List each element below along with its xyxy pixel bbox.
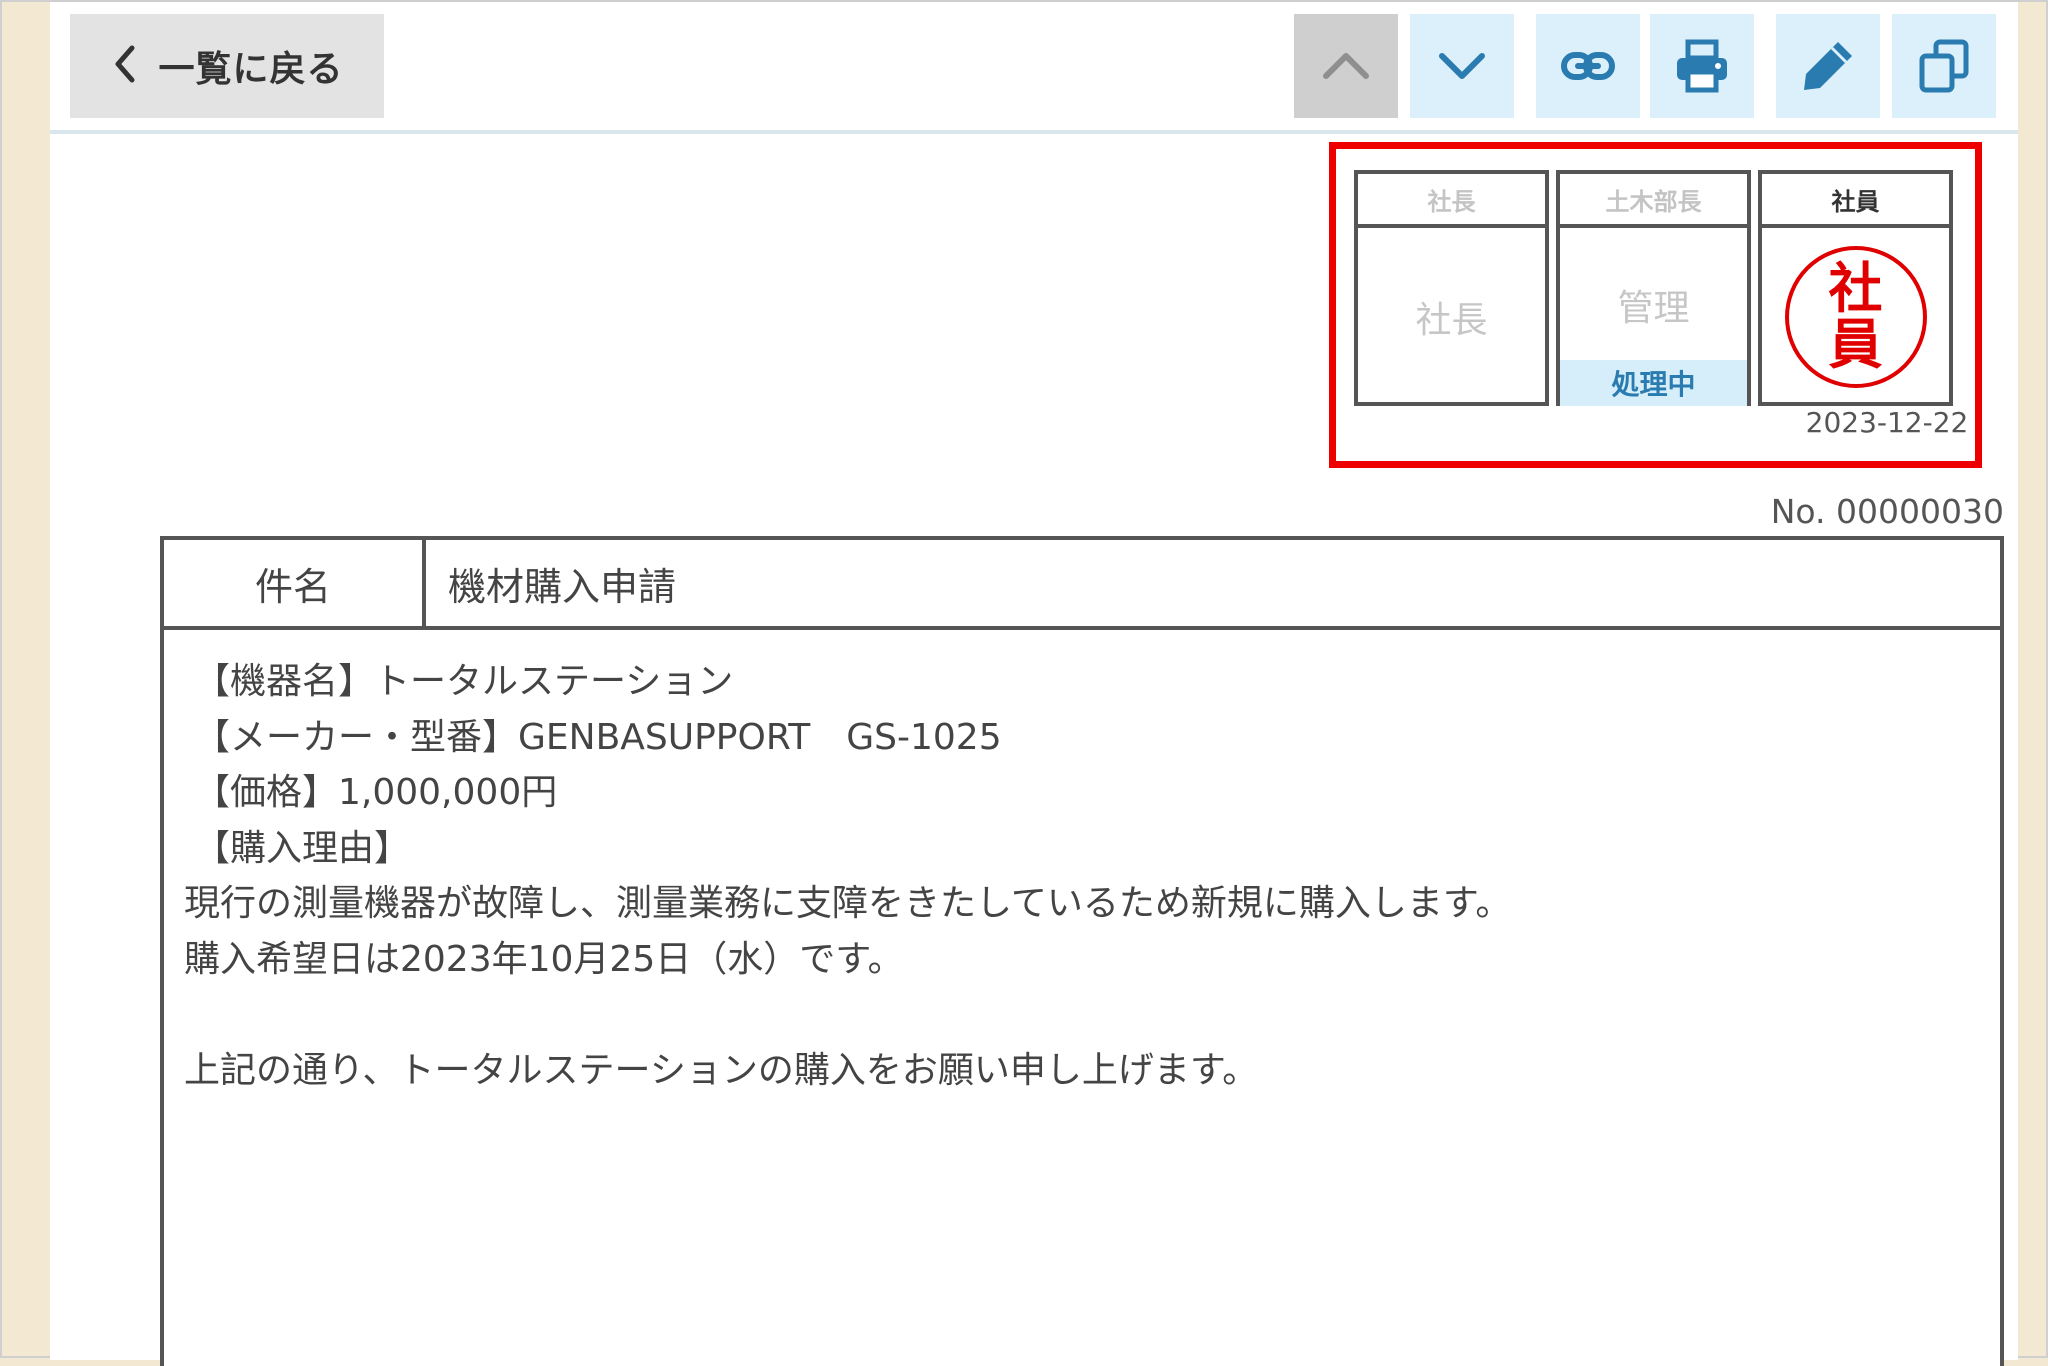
copy-button[interactable]	[1892, 14, 1996, 118]
window-frame: 一覧に戻る 社長 社長 土木部長 管理 処理中 社員 社 員 2023-12-2…	[0, 0, 2048, 1366]
next-down-button[interactable]	[1410, 14, 1514, 118]
document-table: 件名 機材購入申請 【機器名】トータルステーション 【メーカー・型番】GENBA…	[160, 536, 2004, 1366]
pencil-icon	[1804, 42, 1852, 90]
document-body: 【機器名】トータルステーション 【メーカー・型番】GENBASUPPORT GS…	[164, 630, 2000, 1098]
print-button[interactable]	[1650, 14, 1754, 118]
stamp-title: 社長	[1358, 174, 1545, 228]
body-line: 【購入理由】	[194, 827, 411, 869]
stamp-body: 社長	[1358, 228, 1545, 406]
prev-up-button[interactable]	[1294, 14, 1398, 118]
stamp-title: 社員	[1762, 174, 1949, 228]
seal-char: 社	[1828, 257, 1883, 320]
body-line	[194, 987, 2000, 1043]
link-button[interactable]	[1536, 14, 1640, 118]
printer-icon	[1677, 39, 1727, 93]
stamp-approver-name: 管理	[1617, 288, 1690, 329]
chevron-up-icon	[1323, 53, 1369, 79]
stamp-date: 2023-12-22	[1805, 406, 1969, 439]
body-line: 上記の通り、トータルステーションの購入をお願い申し上げます。	[184, 1049, 1259, 1091]
seal-char: 員	[1828, 313, 1883, 376]
subject-value: 機材購入申請	[448, 564, 677, 609]
stamp-body: 社 員	[1762, 228, 1949, 406]
body-line: 購入希望日は2023年10月25日（水）です。	[184, 938, 904, 980]
link-icon	[1561, 52, 1615, 80]
document-panel: 一覧に戻る 社長 社長 土木部長 管理 処理中 社員 社 員 2023-12-2…	[50, 2, 2018, 1366]
body-line: 【価格】1,000,000円	[194, 772, 558, 813]
stamp-approver-name: 社長	[1415, 300, 1488, 341]
red-seal-stamp: 社 員	[1784, 246, 1927, 388]
chevron-left-icon	[110, 44, 140, 88]
stamp-status-badge: 処理中	[1560, 360, 1747, 406]
subject-row: 件名 機材購入申請	[164, 540, 2000, 630]
document-number: No. 00000030	[1770, 492, 2004, 531]
approval-stamp-employee[interactable]: 社員 社 員	[1758, 170, 1953, 406]
stamp-body: 管理 処理中	[1560, 228, 1747, 406]
approval-stamp-president[interactable]: 社長 社長	[1354, 170, 1549, 406]
body-line: 現行の測量機器が故障し、測量業務に支障をきたしているため新規に購入します。	[184, 883, 1512, 924]
stamp-title: 土木部長	[1560, 174, 1747, 228]
toolbar: 一覧に戻る	[50, 2, 2018, 134]
subject-label: 件名	[164, 540, 426, 626]
copy-icon	[1919, 39, 1969, 93]
body-line: 【メーカー・型番】GENBASUPPORT GS-1025	[194, 716, 1002, 758]
chevron-down-icon	[1439, 53, 1485, 79]
approval-stamp-civil-manager[interactable]: 土木部長 管理 処理中	[1556, 170, 1751, 406]
back-to-list-button[interactable]: 一覧に戻る	[70, 14, 384, 118]
edit-button[interactable]	[1776, 14, 1880, 118]
body-line: 【機器名】トータルステーション	[194, 661, 734, 702]
back-to-list-label: 一覧に戻る	[158, 49, 344, 90]
